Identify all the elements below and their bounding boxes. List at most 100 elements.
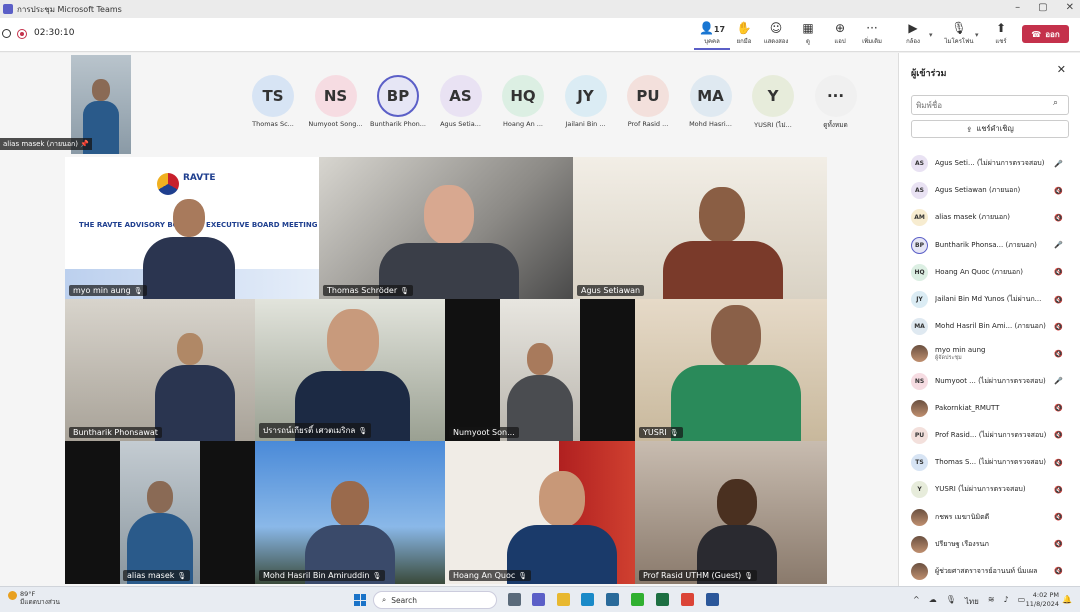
notification-bell-icon[interactable]: 🔔 bbox=[1062, 595, 1072, 604]
participant-name-block: YUSRI (ไม่ผ่านการตรวจสอบ) bbox=[935, 484, 1053, 495]
participant-row[interactable]: Y YUSRI (ไม่ผ่านการตรวจสอบ) 🔇 bbox=[899, 476, 1080, 503]
video-tile-yusri[interactable]: YUSRI 🎙 bbox=[635, 299, 827, 441]
video-tile-myo-min-aung[interactable]: RAVTE THE RAVTE ADVISORY BOARD & EXECUTI… bbox=[65, 157, 319, 299]
participant-row[interactable]: MA Mohd Hasril Bin Ami... (ภายนอก) 🔇 bbox=[899, 313, 1080, 340]
participant-figure bbox=[127, 481, 193, 584]
taskbar-clock[interactable]: 4:02 PM 11/8/2024 bbox=[1023, 591, 1059, 609]
word-icon[interactable] bbox=[706, 593, 719, 606]
windows-taskbar: 89°F มีแดดบางส่วน ⌕ Search ^ ☁ 🎙 ไทย ≋ ♪… bbox=[0, 586, 1080, 612]
video-tile-mohd-hasril[interactable]: Mohd Hasril Bin Amiruddin 🎙 bbox=[255, 441, 445, 584]
wifi-icon[interactable]: ≋ bbox=[988, 595, 995, 608]
participant-row[interactable]: AS Agus Setiawan (ภายนอก) 🔇 bbox=[899, 177, 1080, 204]
pin-icon: 📌 bbox=[80, 140, 89, 148]
participant-row[interactable]: MMmyo min aungผู้จัดประชุม🔇 bbox=[899, 340, 1080, 367]
apps-label: แอป bbox=[834, 38, 846, 45]
close-panel-icon[interactable]: ✕ bbox=[1057, 63, 1066, 76]
avatar: HQ bbox=[502, 75, 544, 117]
weather-widget[interactable]: 89°F มีแดดบางส่วน bbox=[20, 590, 60, 606]
participant-name: ผู้ช่วยศาสตราจารย์อานนท์ นิ่มเผล bbox=[935, 566, 1038, 575]
task-view-icon[interactable] bbox=[508, 593, 521, 606]
excel-icon[interactable] bbox=[656, 593, 669, 606]
video-tile-thai-participant[interactable]: ปรารถน์เกียรติ์ เศวตเมริกล 🎙 bbox=[255, 299, 445, 441]
participant-search-input[interactable] bbox=[911, 95, 1069, 115]
participant-name-block: Agus Setiawan (ภายนอก) bbox=[935, 185, 1053, 196]
leave-button[interactable]: ☎ ออก bbox=[1022, 25, 1069, 43]
participant-row[interactable]: BP Buntharik Phonsa... (ภายนอก) 🎤 bbox=[899, 232, 1080, 259]
mic-label: ไมโครโฟน bbox=[944, 38, 974, 45]
line-icon[interactable] bbox=[631, 593, 644, 606]
participant-name-block: Agus Seti... (ไม่ผ่านการตรวจสอบ) bbox=[935, 158, 1053, 169]
teams-taskbar-icon[interactable] bbox=[532, 593, 545, 606]
video-tile-agus-setiawan[interactable]: Agus Setiawan bbox=[573, 157, 827, 299]
raise-hand-icon: ✋ bbox=[736, 21, 752, 35]
cloud-icon[interactable]: ☁ bbox=[929, 595, 937, 608]
people-button[interactable]: 👤17 บุคคล bbox=[694, 20, 730, 50]
camera-button[interactable]: ▶ กล้อง bbox=[895, 20, 931, 50]
participant-name: Pakornkiat_RMUTT bbox=[935, 404, 1000, 413]
participant-mic-icon: 🎤 bbox=[1054, 159, 1063, 168]
participant-role: ผู้จัดประชุม bbox=[935, 354, 962, 361]
avatar-name: Thomas Sc... bbox=[238, 120, 308, 128]
avatar-item[interactable]: NS Numyoot Song... bbox=[301, 75, 371, 128]
participant-mic-icon: 🔇 bbox=[1054, 295, 1063, 304]
avatar-item[interactable]: PU Prof Rasid ... bbox=[613, 75, 683, 128]
participant-row[interactable]: JY Jailani Bin Md Yunos (ไม่ผ่านก... 🔇 bbox=[899, 286, 1080, 313]
react-button[interactable]: ☺ แสดงสอง bbox=[758, 20, 794, 50]
view-button[interactable]: ▦ ดู bbox=[790, 20, 826, 50]
raise-hand-button[interactable]: ✋ ยกมือ bbox=[726, 20, 762, 50]
participant-row[interactable]: ผศ ผู้ช่วยศาสตราจารย์อานนท์ นิ่มเผล 🔇 bbox=[899, 558, 1080, 585]
avatar-item[interactable]: BP Buntharik Phon... bbox=[363, 75, 433, 128]
share-invite-button[interactable]: ⇪ แชร์คำเชิญ bbox=[911, 120, 1069, 138]
avatar: TS bbox=[252, 75, 294, 117]
video-tile-hoang-an-quoc[interactable]: Hoang An Quoc 🎙 bbox=[445, 441, 635, 584]
participant-mic-icon: 🔇 bbox=[1054, 186, 1063, 195]
more-button[interactable]: ··· เพิ่มเติม bbox=[854, 20, 890, 50]
video-tile-alias-masek[interactable]: alias masek 🎙 bbox=[65, 441, 255, 584]
video-tile-buntharik-phonsawat[interactable]: Buntharik Phonsawat bbox=[65, 299, 255, 441]
video-tile-thomas-schroder[interactable]: Thomas Schröder 🎙 bbox=[319, 157, 573, 299]
system-tray: ^ ☁ 🎙 ไทย ≋ ♪ ▭ bbox=[913, 595, 1025, 608]
share-button[interactable]: ⬆ แชร์ bbox=[983, 20, 1019, 50]
avatar-name-text: Prof Rasid ... bbox=[627, 120, 669, 128]
apps-button[interactable]: ⊕ แอป bbox=[822, 20, 858, 50]
language-indicator[interactable]: ไทย bbox=[965, 595, 979, 608]
camera-options-chevron-icon[interactable]: ▾ bbox=[929, 31, 933, 39]
avatar-item[interactable]: HQ Hoang An ... bbox=[488, 75, 558, 128]
avatar-item[interactable]: ··· ดูทั้งหมด bbox=[801, 75, 871, 130]
avatar: PU bbox=[627, 75, 669, 117]
participant-row[interactable]: PK Pakornkiat_RMUTT 🔇 bbox=[899, 395, 1080, 422]
mic-tray-icon[interactable]: 🎙 bbox=[946, 595, 956, 608]
close-window-button[interactable]: ✕ bbox=[1066, 2, 1074, 13]
participant-avatar: Y bbox=[911, 481, 928, 499]
store-icon[interactable] bbox=[606, 593, 619, 606]
taskbar-search[interactable]: ⌕ Search bbox=[373, 591, 497, 609]
participant-row[interactable]: PU Prof Rasid... (ไม่ผ่านการตรวจสอบ) 🔇 bbox=[899, 422, 1080, 449]
volume-icon[interactable]: ♪ bbox=[1004, 595, 1009, 608]
avatar-item[interactable]: TS Thomas Sc... bbox=[238, 75, 308, 128]
participants-panel: ผู้เข้าร่วม ✕ ⌕ ⇪ แชร์คำเชิญ AS Agus Seti… bbox=[898, 53, 1080, 586]
file-explorer-icon[interactable] bbox=[557, 593, 570, 606]
participant-row[interactable]: NS Numyoot ... (ไม่ผ่านการตรวจสอบ) 🎤 bbox=[899, 368, 1080, 395]
avatar-item[interactable]: AS Agus Setia... bbox=[426, 75, 496, 128]
avatar-item[interactable]: Y YUSRI (ไม่... bbox=[738, 75, 808, 130]
mic-options-chevron-icon[interactable]: ▾ bbox=[975, 31, 979, 39]
video-tile-prof-rasid[interactable]: Prof Rasid UTHM (Guest) 🎙 bbox=[635, 441, 827, 584]
mic-button[interactable]: 🎙 ไมโครโฟน bbox=[941, 20, 977, 50]
people-label: บุคคล bbox=[704, 38, 720, 45]
participant-row[interactable]: AM alias masek (ภายนอก) 🔇 bbox=[899, 204, 1080, 231]
chrome-icon[interactable] bbox=[681, 593, 694, 606]
minimize-button[interactable]: – bbox=[1015, 2, 1020, 13]
avatar-item[interactable]: JY Jailani Bin ... bbox=[551, 75, 621, 128]
avatar-item[interactable]: MA Mohd Hasri... bbox=[676, 75, 746, 128]
participant-row[interactable]: ปร ปรียาษฐ เรืองรนภ 🔇 bbox=[899, 531, 1080, 558]
maximize-button[interactable]: ▢ bbox=[1038, 2, 1047, 13]
chevron-up-icon[interactable]: ^ bbox=[913, 595, 920, 608]
edge-icon[interactable] bbox=[581, 593, 594, 606]
participant-row[interactable]: HQ Hoang An Quoc (ภายนอก) 🔇 bbox=[899, 259, 1080, 286]
participant-row[interactable]: AS Agus Seti... (ไม่ผ่านการตรวจสอบ) 🎤 bbox=[899, 150, 1080, 177]
start-button[interactable] bbox=[354, 594, 366, 606]
participant-row[interactable]: กพ กชพร เมฆานิมิตดี 🔇 bbox=[899, 503, 1080, 530]
video-tile-numyoot[interactable]: Numyoot Son... bbox=[445, 299, 635, 441]
participant-name: Prof Rasid... (ไม่ผ่านการตรวจสอบ) bbox=[935, 430, 1047, 439]
participant-row[interactable]: TS Thomas S... (ไม่ผ่านการตรวจสอบ) 🔇 bbox=[899, 449, 1080, 476]
